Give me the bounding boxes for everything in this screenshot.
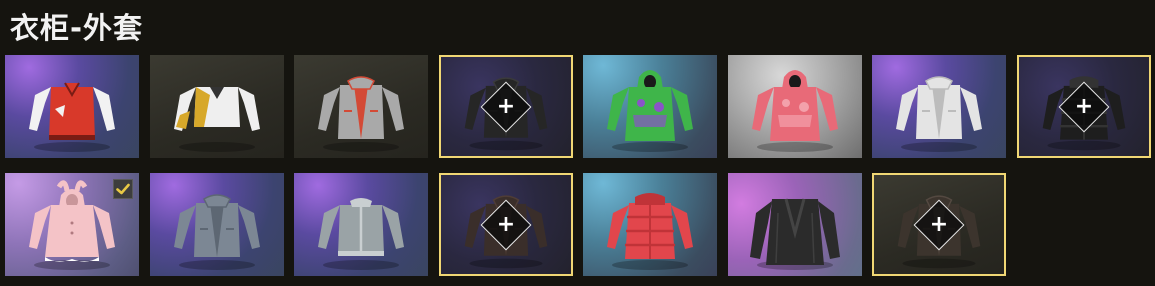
outfit-tile-white-shirt-jacket[interactable] [872,55,1006,158]
outfit-tile-pink-bunny-hoodie[interactable] [5,173,139,276]
add-icon[interactable]: + [1058,81,1110,132]
outfit-tile-graffiti-hoodie[interactable] [583,55,717,158]
outfit-tile-brown-leather-slot[interactable]: + [439,173,573,276]
outfit-tile-pink-hoodie[interactable] [728,55,862,158]
outfit-tile-brown-coat-slot[interactable]: + [872,173,1006,276]
add-icon[interactable]: + [480,81,532,132]
jacket-image [150,173,284,276]
jacket-image [872,55,1006,158]
checkmark-icon [113,179,133,199]
wardrobe-panel: 衣柜-外套 + + + + [0,0,1155,286]
jacket-image [294,173,428,276]
plus-icon: + [1074,93,1094,119]
outfit-tile-denim-jacket[interactable] [150,173,284,276]
outfit-tile-black-fur-coat[interactable] [728,173,862,276]
outfit-tile-grey-bomber-jacket[interactable] [294,173,428,276]
plus-icon: + [496,211,516,237]
outfit-tile-dark-jacket-slot[interactable]: + [439,55,573,158]
jacket-image [583,173,717,276]
jacket-image [728,173,862,276]
outfit-tile-red-puffer-jacket[interactable] [583,173,717,276]
outfit-tile-grey-hooded-jacket[interactable] [294,55,428,158]
add-icon[interactable]: + [913,199,965,250]
jacket-image [5,55,139,158]
jacket-image [583,55,717,158]
outfit-tile-white-gold-jacket[interactable] [150,55,284,158]
page-title: 衣柜-外套 [10,11,144,45]
plus-icon: + [496,93,516,119]
plus-icon: + [929,211,949,237]
outfit-tile-black-puffer-slot[interactable]: + [1017,55,1151,158]
jacket-image [728,55,862,158]
add-icon[interactable]: + [480,199,532,250]
jacket-image [150,55,284,158]
jacket-image [294,55,428,158]
outfit-tile-red-varsity-jacket[interactable] [5,55,139,158]
